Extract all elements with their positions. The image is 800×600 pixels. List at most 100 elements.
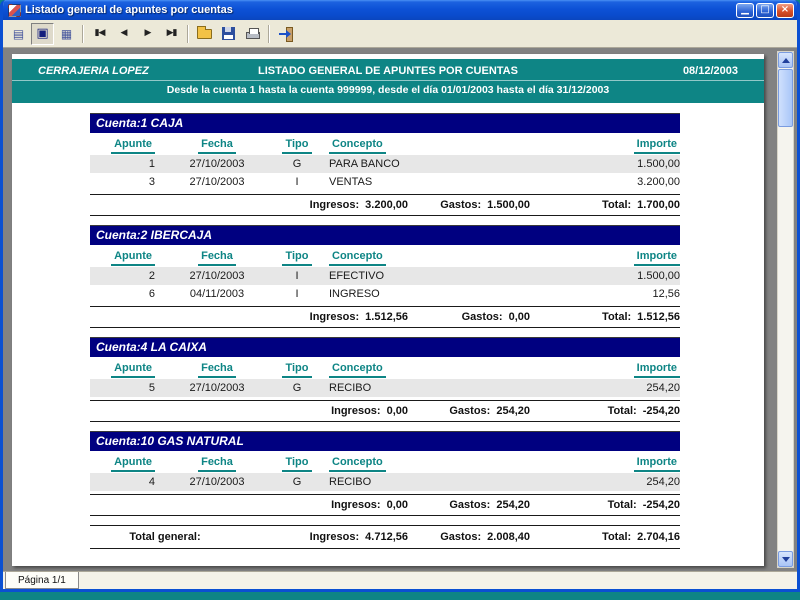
account-header: Cuenta:1 CAJA: [90, 113, 680, 133]
cell-apunte: 5: [148, 382, 155, 394]
preview-area: CERRAJERIA LOPEZ LISTADO GENERAL DE APUN…: [3, 48, 797, 571]
cell-fecha: 27/10/2003: [189, 158, 245, 170]
scroll-down-button[interactable]: [778, 551, 793, 567]
summary-gastos: Gastos: 1.500,00: [440, 199, 530, 211]
scrollbar-thumb[interactable]: [778, 69, 793, 127]
summary-total: Total: 1.700,00: [602, 199, 680, 211]
table-header-row: Apunte Fecha Tipo Concepto Importe: [90, 133, 680, 155]
account-section: Cuenta:10 GAS NATURAL Apunte Fecha Tipo …: [90, 431, 680, 516]
cell-tipo: G: [292, 158, 302, 170]
cell-concepto: EFECTIVO: [329, 270, 385, 282]
cell-fecha: 27/10/2003: [189, 382, 245, 394]
cell-fecha: 27/10/2003: [189, 176, 245, 188]
table-row: 6 04/11/2003 I INGRESO 12,56: [90, 285, 680, 303]
grand-total-total: Total: 2.704,16: [602, 531, 680, 543]
scroll-up-button[interactable]: [778, 52, 793, 68]
col-tipo: Tipo: [279, 362, 315, 378]
col-fecha: Fecha: [169, 362, 265, 378]
page-indicator: Página 1/1: [18, 574, 66, 586]
col-fecha: Fecha: [169, 456, 265, 472]
first-page-button[interactable]: ▮◀: [88, 23, 111, 45]
next-page-button[interactable]: ▶: [136, 23, 159, 45]
summary-total: Total: 1.512,56: [602, 311, 680, 323]
report-date: 08/12/2003: [682, 65, 738, 77]
cell-tipo: I: [295, 270, 299, 282]
col-concepto: Concepto: [329, 456, 516, 472]
cell-concepto: VENTAS: [329, 176, 373, 188]
summary-gastos: Gastos: 0,00: [461, 311, 530, 323]
vertical-scrollbar[interactable]: [777, 51, 794, 568]
report-subtitle: Desde la cuenta 1 hasta la cuenta 999999…: [12, 80, 764, 103]
grand-total-label: Total general:: [129, 531, 201, 543]
prev-page-button[interactable]: ◀: [112, 23, 135, 45]
cell-tipo: I: [295, 176, 299, 188]
open-button[interactable]: [193, 23, 216, 45]
col-apunte: Apunte: [90, 250, 155, 266]
cell-apunte: 6: [148, 288, 155, 300]
cell-concepto: RECIBO: [329, 382, 372, 394]
col-importe: Importe: [530, 138, 680, 154]
multipage-view-icon: ▦: [60, 26, 73, 41]
open-folder-icon: [197, 25, 212, 39]
page-tab[interactable]: Página 1/1: [5, 572, 79, 589]
col-apunte: Apunte: [90, 138, 155, 154]
cell-importe: 254,20: [646, 382, 680, 394]
report-header: CERRAJERIA LOPEZ LISTADO GENERAL DE APUN…: [12, 59, 764, 103]
prev-page-icon: ◀: [120, 28, 128, 38]
account-header: Cuenta:2 IBERCAJA: [90, 225, 680, 245]
col-tipo: Tipo: [279, 138, 315, 154]
summary-ingresos: Ingresos: 0,00: [331, 499, 408, 511]
toolbar-separator: [82, 24, 84, 43]
table-header-row: Apunte Fecha Tipo Concepto Importe: [90, 451, 680, 473]
page-view-icon: ▣: [36, 26, 49, 41]
account-section: Cuenta:2 IBERCAJA Apunte Fecha Tipo Conc…: [90, 225, 680, 328]
report-header-row: CERRAJERIA LOPEZ LISTADO GENERAL DE APUN…: [12, 59, 764, 80]
up-arrow-icon: [781, 54, 790, 63]
print-button[interactable]: [241, 23, 264, 45]
list-view-button[interactable]: ▤: [7, 23, 30, 45]
report-page: CERRAJERIA LOPEZ LISTADO GENERAL DE APUN…: [12, 54, 764, 566]
cell-concepto: RECIBO: [329, 476, 372, 488]
col-concepto: Concepto: [329, 138, 516, 154]
exit-button[interactable]: [274, 23, 297, 45]
window-title: Listado general de apuntes por cuentas: [25, 4, 233, 16]
summary-total: Total: -254,20: [607, 499, 680, 511]
maximize-button[interactable]: □: [756, 2, 774, 18]
cell-fecha: 04/11/2003: [189, 288, 245, 300]
page-view-button[interactable]: ▣: [31, 22, 54, 45]
minimize-button[interactable]: ▁: [736, 2, 754, 18]
close-button[interactable]: ×: [776, 2, 794, 18]
toolbar-separator: [268, 24, 270, 43]
titlebar[interactable]: Listado general de apuntes por cuentas ▁…: [3, 0, 797, 20]
cell-apunte: 3: [148, 176, 155, 188]
exit-icon: [278, 27, 293, 42]
company-name: CERRAJERIA LOPEZ: [38, 65, 149, 77]
account-summary: Ingresos: 1.512,56 Gastos: 0,00 Total: 1.51…: [90, 306, 680, 328]
cell-tipo: G: [292, 476, 302, 488]
cell-concepto: INGRESO: [329, 288, 380, 300]
table-row: 5 27/10/2003 G RECIBO 254,20: [90, 379, 680, 397]
col-importe: Importe: [530, 456, 680, 472]
summary-ingresos: Ingresos: 0,00: [331, 405, 408, 417]
grand-total-row: Total general: Ingresos: 4.712,56 Gastos:…: [90, 525, 680, 549]
scrollbar-track[interactable]: [778, 68, 793, 551]
col-fecha: Fecha: [169, 250, 265, 266]
table-header-row: Apunte Fecha Tipo Concepto Importe: [90, 245, 680, 267]
col-apunte: Apunte: [90, 456, 155, 472]
report-body: Cuenta:1 CAJA Apunte Fecha Tipo Concepto…: [12, 103, 764, 549]
summary-gastos: Gastos: 254,20: [449, 499, 530, 511]
app-window: Listado general de apuntes por cuentas ▁…: [0, 0, 800, 592]
grand-total-gastos: Gastos: 2.008,40: [440, 531, 530, 543]
cell-fecha: 27/10/2003: [189, 476, 245, 488]
table-row: 4 27/10/2003 G RECIBO 254,20: [90, 473, 680, 491]
last-page-button[interactable]: ▶▮: [160, 23, 183, 45]
multipage-view-button[interactable]: ▦: [55, 23, 78, 45]
col-apunte: Apunte: [90, 362, 155, 378]
last-page-icon: ▶▮: [166, 28, 178, 38]
toolbar-separator: [187, 24, 189, 43]
col-fecha: Fecha: [169, 138, 265, 154]
cell-importe: 3.200,00: [637, 176, 680, 188]
save-button[interactable]: [217, 23, 240, 45]
col-importe: Importe: [530, 362, 680, 378]
account-section: Cuenta:4 LA CAIXA Apunte Fecha Tipo Conc…: [90, 337, 680, 422]
